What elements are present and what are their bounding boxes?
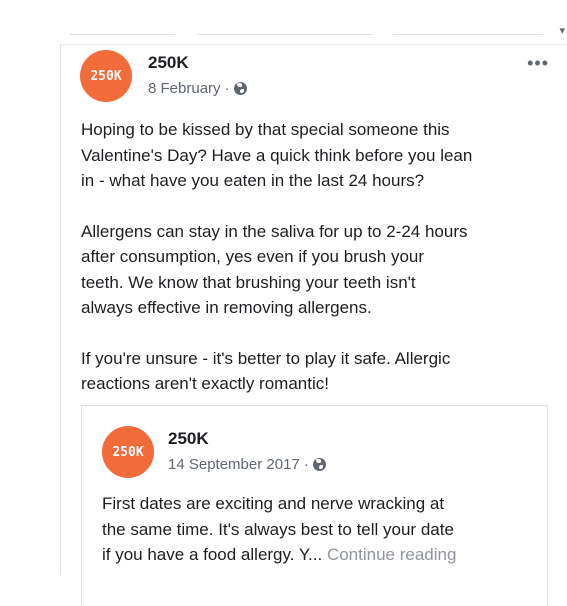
page-avatar[interactable]: 250K <box>80 50 132 102</box>
chevron-down-icon[interactable]: ▾ <box>559 24 565 37</box>
top-tab-placeholder <box>393 20 543 35</box>
post-paragraph: Allergens can stay in the saliva for up … <box>81 221 468 318</box>
top-bar: ▾ <box>0 0 567 44</box>
shared-post-date-link[interactable]: 14 September 2017 <box>168 456 300 473</box>
globe-icon[interactable] <box>312 458 326 471</box>
shared-post-meta: 14 September 2017 · <box>168 456 326 473</box>
globe-icon[interactable] <box>233 82 247 95</box>
top-tab-placeholder <box>197 20 372 35</box>
post-paragraph: Hoping to be kissed by that special some… <box>81 120 473 190</box>
page-name-link[interactable]: 250K <box>148 53 189 73</box>
more-options-icon[interactable]: ••• <box>527 53 549 74</box>
post-date-link[interactable]: 8 February <box>148 80 221 97</box>
post-paragraph: If you're unsure - it's better to play i… <box>81 348 451 394</box>
post-meta: 8 February · <box>148 80 247 97</box>
continue-reading-link[interactable]: Continue reading <box>327 545 456 564</box>
feed-post: 250K 250K 8 February · ••• Hoping to be … <box>60 44 567 606</box>
shared-post-text: First dates are exciting and nerve wrack… <box>102 491 542 568</box>
logo-text: 250K <box>90 68 122 84</box>
post-body: Hoping to be kissed by that special some… <box>81 117 551 422</box>
shared-page-avatar[interactable]: 250K <box>102 426 154 478</box>
shared-post-card[interactable]: 250K 250K 14 September 2017 · First date… <box>81 405 548 606</box>
top-tab-placeholder <box>70 20 175 35</box>
logo-text: 250K <box>112 444 144 460</box>
shared-page-name-link[interactable]: 250K <box>168 429 209 449</box>
meta-separator: · <box>224 80 230 97</box>
meta-separator: · <box>303 456 309 473</box>
